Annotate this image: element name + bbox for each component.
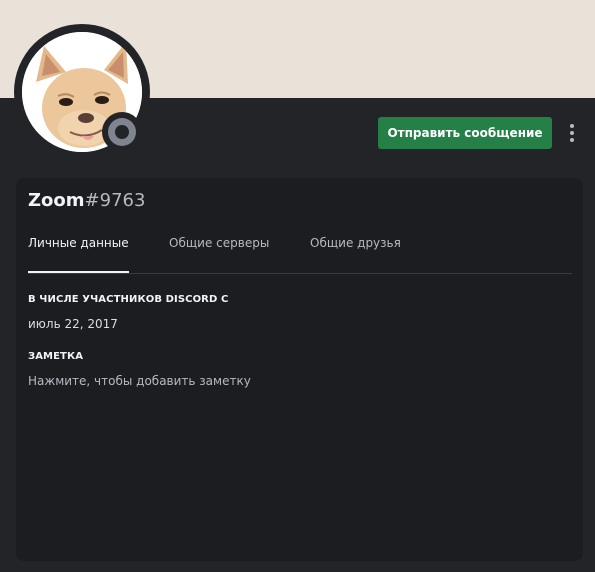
profile-panel: Zoom#9763 Личные данные Общие серверы Об… [16,178,583,561]
send-message-button[interactable]: Отправить сообщение [378,117,552,149]
more-dot [570,124,574,128]
tabs-divider [28,273,572,274]
status-offline-icon [108,118,136,146]
more-dot [570,138,574,142]
username: Zoom [28,190,85,211]
discriminator: #9763 [84,190,146,211]
tab-mutual-servers[interactable]: Общие серверы [169,236,269,250]
more-vertical-icon[interactable] [562,121,582,145]
note-input[interactable]: Нажмите, чтобы добавить заметку [28,374,251,388]
username-display[interactable]: Zoom#9763 [28,190,145,211]
member-since-date: июль 22, 2017 [28,317,118,331]
member-since-title: В ЧИСЛЕ УЧАСТНИКОВ DISCORD С [28,294,229,305]
more-dot [570,131,574,135]
profile-tabs: Личные данные Общие серверы Общие друзья [28,230,572,274]
tab-mutual-friends[interactable]: Общие друзья [310,236,401,250]
note-title: ЗАМЕТКА [28,351,84,362]
tab-user-info[interactable]: Личные данные [28,236,129,250]
